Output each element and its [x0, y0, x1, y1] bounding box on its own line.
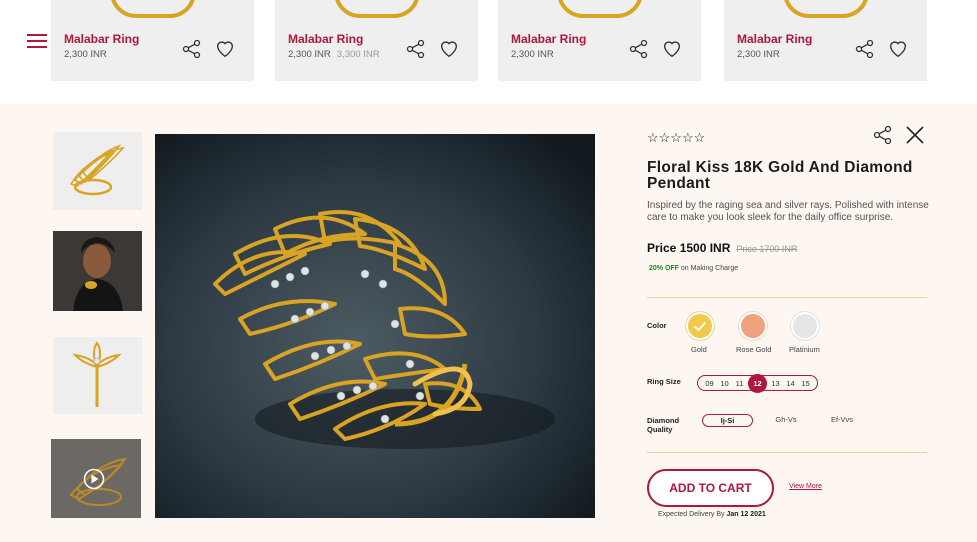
quality-option[interactable]: Gh-Vs: [769, 414, 803, 427]
ring-image: [782, 0, 869, 18]
product-price: 2,300 INR: [737, 49, 780, 60]
color-label: Color: [647, 321, 667, 330]
diamond-label-line2: Quality: [647, 425, 673, 434]
share-icon[interactable]: [182, 39, 202, 59]
menu-icon[interactable]: [27, 34, 47, 48]
share-icon[interactable]: [406, 39, 426, 59]
color-swatch-gold[interactable]: [688, 314, 712, 338]
product-price: 2,300 INR: [64, 49, 107, 60]
product-name: Malabar Ring: [737, 32, 813, 46]
ring-image: [333, 0, 420, 18]
thumbnail-ring-white[interactable]: [53, 132, 142, 210]
current-price: 2,300 INR: [64, 49, 107, 60]
ring-size-option[interactable]: 13: [768, 379, 783, 388]
product-name: Malabar Ring: [288, 32, 364, 46]
color-label-rose-gold: Rose Gold: [736, 345, 772, 354]
ring-image: [556, 0, 643, 18]
ring-size-label: Ring Size: [647, 377, 681, 386]
original-price: Price 1700 INR: [736, 244, 798, 254]
share-icon[interactable]: [629, 39, 649, 59]
delivery-info: Expected Delivery By Jan 12 2021: [658, 511, 766, 518]
main-product-image: [155, 134, 595, 518]
product-description: Inspired by the raging sea and silver ra…: [647, 200, 929, 223]
ring-image: [109, 0, 196, 18]
share-icon[interactable]: [855, 39, 875, 59]
check-icon: [693, 321, 707, 332]
add-to-cart-button[interactable]: ADD TO CART: [647, 469, 774, 507]
product-name: Malabar Ring: [64, 32, 140, 46]
heart-icon[interactable]: [887, 37, 909, 59]
discount-percent: 20% OFF: [649, 265, 679, 272]
share-icon[interactable]: [873, 125, 893, 145]
current-price: 2,300 INR: [737, 49, 780, 60]
play-icon[interactable]: [83, 468, 105, 490]
ring-size-option-selected[interactable]: 12: [748, 373, 767, 393]
ring-image: [72, 341, 122, 407]
current-price: 2,300 INR: [511, 49, 554, 60]
delivery-date: Jan 12 2021: [726, 511, 766, 518]
current-price: 2,300 INR: [288, 49, 331, 60]
divider: [647, 452, 927, 453]
product-price: 2,300 INR 3,300 INR: [288, 49, 380, 60]
color-swatch-platinium[interactable]: [793, 314, 817, 338]
heart-icon[interactable]: [438, 37, 460, 59]
diamond-label-line1: Diamond: [647, 416, 680, 425]
old-price: 3,300 INR: [336, 49, 380, 60]
divider: [647, 297, 927, 298]
product-title: Floral Kiss 18K Gold And Diamond Pendant: [647, 159, 913, 192]
heart-icon[interactable]: [661, 37, 683, 59]
discount-text: on Making Charge: [680, 265, 739, 272]
color-swatch-rose-gold[interactable]: [741, 314, 765, 338]
rating-stars[interactable]: ☆☆☆☆☆: [647, 130, 705, 146]
thumbnail-model[interactable]: [53, 231, 142, 311]
ring-size-option[interactable]: 11: [732, 379, 747, 388]
quality-option-selected[interactable]: Ij-Si: [702, 414, 753, 427]
thumbnail-ring-top[interactable]: [53, 337, 142, 414]
close-icon[interactable]: [905, 125, 925, 145]
heart-icon[interactable]: [214, 37, 236, 59]
ring-size-option[interactable]: 10: [717, 379, 732, 388]
thumbnail-video[interactable]: [51, 439, 141, 518]
ring-size-option[interactable]: 09: [702, 379, 717, 388]
product-card[interactable]: Malabar Ring 2,300 INR: [498, 0, 701, 81]
view-more-link[interactable]: View More: [789, 483, 822, 490]
product-card[interactable]: Malabar Ring 2,300 INR: [51, 0, 254, 81]
product-info: ☆☆☆☆☆ Floral Kiss 18K Gold And Diamond P…: [647, 104, 929, 542]
product-detail-panel: ☆☆☆☆☆ Floral Kiss 18K Gold And Diamond P…: [0, 104, 977, 542]
delivery-text: Expected Delivery By: [658, 511, 725, 518]
product-name: Malabar Ring: [511, 32, 587, 46]
product-card[interactable]: Malabar Ring 2,300 INR: [724, 0, 927, 81]
ring-size-option[interactable]: 15: [798, 379, 813, 388]
product-price: Price 1500 INR: [647, 241, 731, 255]
product-card[interactable]: Malabar Ring 2,300 INR 3,300 INR: [275, 0, 478, 81]
color-label-gold: Gold: [691, 345, 707, 354]
color-label-platinium: Platinium: [789, 345, 820, 354]
ring-image: [69, 144, 125, 196]
discount-note: 20% OFF on Making Charge: [649, 265, 738, 272]
quality-option[interactable]: Ef-Vvs: [825, 414, 859, 427]
ring-size-selector: 09 10 11 12 13 14 15: [697, 373, 818, 393]
model-photo: [53, 231, 142, 311]
price-row: Price 1500 INR Price 1700 INR: [647, 241, 797, 255]
diamond-quality-label: Diamond Quality: [647, 416, 679, 434]
product-price: 2,300 INR: [511, 49, 554, 60]
ring-size-option[interactable]: 14: [783, 379, 798, 388]
related-products-strip: Malabar Ring 2,300 INR Malabar Ring 2,30…: [0, 0, 977, 104]
